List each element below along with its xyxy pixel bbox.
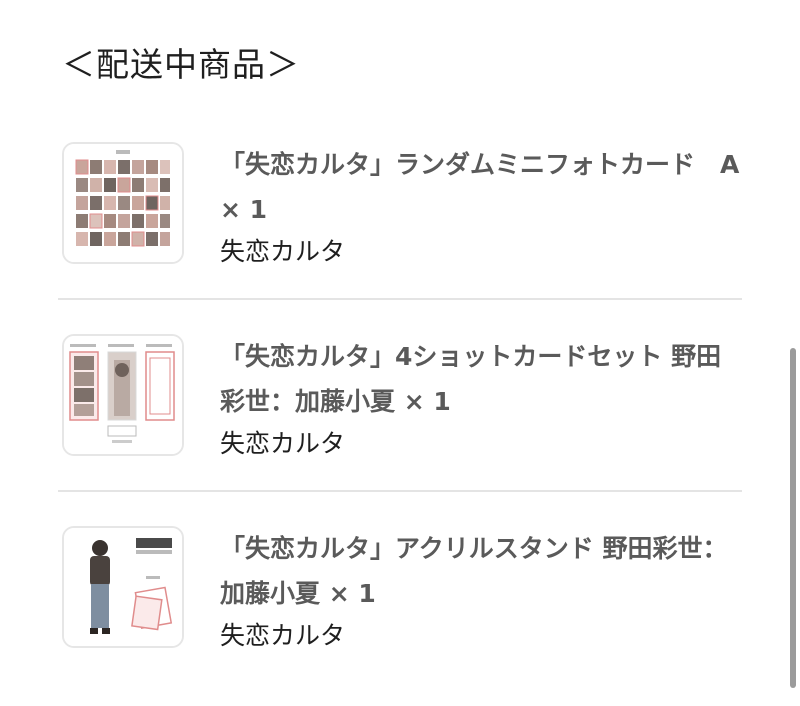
divider xyxy=(58,490,742,492)
scrollbar-thumb[interactable] xyxy=(790,348,796,688)
section-title: ＜配送中商品＞ xyxy=(62,45,300,84)
item-artist: 失恋カルタ xyxy=(220,237,346,266)
acrylic-stand-icon[interactable] xyxy=(62,526,184,648)
item-artist: 失恋カルタ xyxy=(220,621,346,650)
photo-card-grid-icon[interactable] xyxy=(62,142,184,264)
item-name[interactable]: 「失恋カルタ」ランダムミニフォトカード A × 1 xyxy=(220,142,742,232)
item-name[interactable]: 「失恋カルタ」4ショットカードセット 野田彩世：加藤小夏 × 1 xyxy=(220,334,742,424)
item-artist: 失恋カルタ xyxy=(220,429,346,458)
divider xyxy=(58,298,742,300)
scrollbar[interactable] xyxy=(790,330,796,706)
four-shot-card-set-icon[interactable] xyxy=(62,334,184,456)
item-name[interactable]: 「失恋カルタ」アクリルスタンド 野田彩世：加藤小夏 × 1 xyxy=(220,526,742,616)
